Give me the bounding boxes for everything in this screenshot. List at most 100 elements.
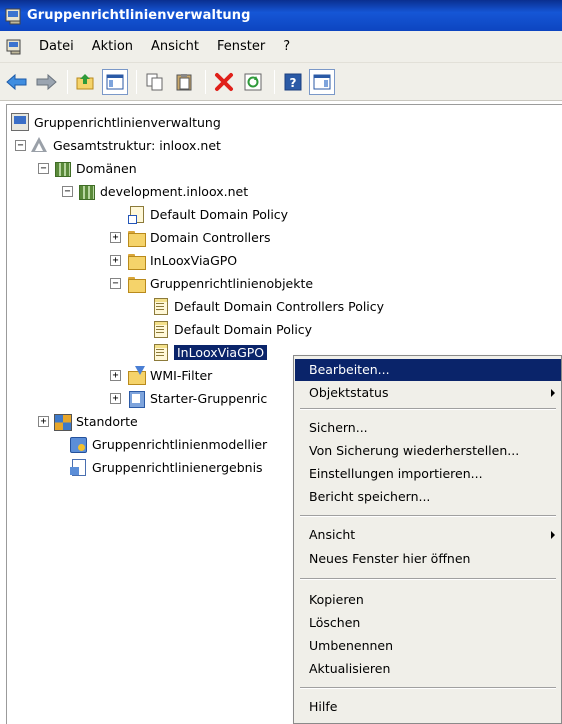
properties-pane-button[interactable] [309, 68, 335, 95]
tree-node-label: Domänen [76, 160, 137, 176]
expand-toggle[interactable]: + [38, 416, 49, 427]
menu-separator [300, 687, 556, 689]
show-hide-console-tree-button[interactable] [102, 68, 128, 95]
toolbar-separator [274, 69, 275, 94]
menu-datei[interactable]: Datei [30, 31, 83, 63]
tree-node-domain-controllers[interactable]: Domain Controllers [127, 226, 270, 248]
ctx-item-ansicht[interactable]: Ansicht [295, 524, 561, 546]
submenu-arrow-icon [551, 389, 555, 397]
ctx-item-bearbeiten[interactable]: Bearbeiten... [295, 359, 561, 381]
ctx-item-aktualisieren[interactable]: Aktualisieren [295, 658, 561, 680]
tree-node-label: Domain Controllers [150, 229, 271, 245]
menu-fenster[interactable]: Fenster [208, 31, 274, 63]
tree-node-modeling[interactable]: Gruppenrichtlinienmodellier [69, 433, 267, 455]
tree-node-label: Gruppenrichtlinienobjekte [150, 275, 314, 291]
tree-node-sites[interactable]: Standorte [53, 410, 138, 432]
tree-node-gpo-default-domain-policy[interactable]: Default Domain Policy [151, 318, 312, 340]
up-button[interactable] [73, 69, 99, 95]
tree-node-gpo-inloox[interactable]: InLooxViaGPO [151, 341, 268, 363]
ou-folder-icon [127, 251, 146, 270]
forward-button[interactable] [33, 69, 59, 95]
paste-button[interactable] [171, 69, 197, 95]
expand-toggle[interactable]: + [110, 255, 121, 266]
collapse-toggle[interactable]: − [15, 140, 26, 151]
collapse-toggle[interactable]: − [110, 278, 121, 289]
tree-node-inloox-ou[interactable]: InLooxViaGPO [127, 249, 237, 271]
ctx-item-label: Objektstatus [309, 385, 389, 400]
expand-toggle[interactable]: + [110, 370, 121, 381]
tree-node-results[interactable]: Gruppenrichtlinienergebnis [69, 456, 263, 478]
tree-node-label: development.inloox.net [100, 183, 249, 199]
tree-node-label: Default Domain Policy [150, 206, 289, 222]
delete-icon [215, 72, 233, 91]
context-menu: Bearbeiten... Objektstatus Sichern... Vo… [293, 355, 562, 724]
tree-node-default-domain-policy-link[interactable]: Default Domain Policy [127, 203, 288, 225]
ctx-item-hilfe[interactable]: Hilfe [295, 696, 561, 718]
menu-separator [300, 578, 556, 580]
delete-button[interactable] [211, 69, 237, 95]
tree-node-label: Default Domain Policy [174, 321, 313, 337]
properties-pane-icon [313, 74, 331, 89]
title-bar[interactable]: Gruppenrichtlinienverwaltung [0, 0, 562, 31]
paste-icon [176, 73, 192, 90]
results-icon [69, 458, 87, 476]
ctx-item-neues-fenster[interactable]: Neues Fenster hier öffnen [295, 548, 561, 570]
ou-folder-icon [127, 228, 146, 247]
tree-node-label: InLooxViaGPO [150, 252, 238, 268]
gpo-folder-icon [127, 274, 146, 293]
copy-button[interactable] [142, 69, 168, 95]
gpo-icon [151, 297, 169, 315]
gpo-icon [151, 320, 169, 338]
modeling-icon [69, 435, 87, 453]
menu-separator [300, 408, 556, 410]
menu-ansicht[interactable]: Ansicht [142, 31, 208, 63]
expand-toggle[interactable]: + [110, 393, 121, 404]
expand-toggle[interactable]: + [110, 232, 121, 243]
tree-node-domains[interactable]: Domänen [53, 157, 137, 179]
back-button[interactable] [4, 69, 30, 95]
toolbar-separator [67, 69, 68, 94]
submenu-arrow-icon [551, 531, 555, 539]
tree-node-label: Gruppenrichtlinienergebnis [92, 459, 263, 475]
forest-icon [30, 136, 48, 154]
gpo-icon [151, 343, 169, 361]
tree-node-gpo-default-dc-policy[interactable]: Default Domain Controllers Policy [151, 295, 384, 317]
tree-node-domain[interactable]: development.inloox.net [77, 180, 248, 202]
collapse-toggle[interactable]: − [38, 163, 49, 174]
console-icon [11, 113, 29, 131]
tree-node-label: WMI-Filter [150, 367, 213, 383]
menu-help[interactable]: ? [274, 31, 299, 63]
tree-node-label: Default Domain Controllers Policy [174, 298, 385, 314]
up-folder-icon [76, 73, 94, 89]
tree-node-label: Standorte [76, 413, 138, 429]
toolbar-separator [136, 69, 137, 94]
refresh-button[interactable] [240, 69, 266, 95]
ctx-item-bericht-speichern[interactable]: Bericht speichern... [295, 486, 561, 508]
ctx-item-einstellungen-importieren[interactable]: Einstellungen importieren... [295, 463, 561, 485]
tree-node-label: Gesamtstruktur: inloox.net [53, 137, 221, 153]
ctx-item-kopieren[interactable]: Kopieren [295, 589, 561, 611]
tree-node-label-selected: InLooxViaGPO [174, 344, 268, 360]
gpmc-app-icon [4, 6, 24, 26]
show-hide-console-tree-icon [106, 74, 124, 89]
menu-aktion[interactable]: Aktion [83, 31, 142, 63]
tree-node-starter-gpos[interactable]: Starter-Gruppenric [127, 387, 267, 409]
collapse-toggle[interactable]: − [62, 186, 73, 197]
help-button[interactable]: ? [280, 69, 306, 95]
sites-icon [53, 412, 72, 431]
ctx-item-wiederherstellen[interactable]: Von Sicherung wiederherstellen... [295, 440, 561, 462]
system-menu-icon[interactable] [6, 38, 24, 56]
ctx-item-label: Ansicht [309, 527, 356, 542]
domains-folder-icon [53, 159, 71, 177]
ctx-item-loeschen[interactable]: Löschen [295, 612, 561, 634]
tree-node-gpo-container[interactable]: Gruppenrichtlinienobjekte [127, 272, 313, 294]
tree-node-wmi-filter[interactable]: WMI-Filter [127, 364, 212, 386]
ctx-item-objektstatus[interactable]: Objektstatus [295, 382, 561, 404]
wmi-filter-icon [127, 366, 146, 385]
tree-node-forest[interactable]: Gesamtstruktur: inloox.net [30, 134, 221, 156]
ctx-item-sichern[interactable]: Sichern... [295, 417, 561, 439]
toolbar-separator [205, 69, 206, 94]
tree-node-root[interactable]: Gruppenrichtlinienverwaltung [11, 111, 221, 133]
window-title: Gruppenrichtlinienverwaltung [27, 8, 251, 23]
ctx-item-umbenennen[interactable]: Umbenennen [295, 635, 561, 657]
